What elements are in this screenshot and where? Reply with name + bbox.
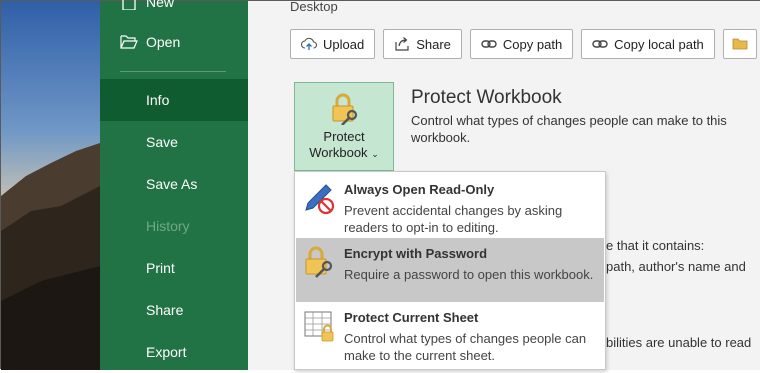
nav-print-label: Print (146, 260, 175, 276)
upload-button[interactable]: Upload (290, 29, 376, 59)
copy-local-path-label: Copy local path (614, 36, 704, 52)
file-location-toolbar: Upload Share Copy path Copy local path (290, 29, 757, 59)
nav-info[interactable]: Info (100, 79, 248, 121)
menu-item-title: Always Open Read-Only (344, 182, 495, 197)
upload-icon (301, 37, 317, 50)
nav-save-as-label: Save As (146, 176, 198, 192)
protect-button-line2: Workbook ⌄ (295, 145, 393, 162)
breadcrumb: Desktop (290, 0, 338, 14)
nav-save-label: Save (146, 134, 178, 150)
chevron-down-icon: ⌄ (371, 149, 379, 159)
inspect-text-line2: path, author's name and (606, 259, 746, 274)
lock-key-icon (305, 246, 333, 278)
link-icon (592, 40, 608, 48)
menu-item-description: Prevent accidental changes by asking rea… (344, 203, 563, 235)
protect-workbook-description: Control what types of changes people can… (411, 113, 727, 145)
menu-item-description: Require a password to open this workbook… (344, 267, 594, 282)
nav-save-as[interactable]: Save As (100, 163, 248, 205)
nav-history: History (100, 205, 248, 247)
menu-item-title: Encrypt with Password (344, 246, 488, 261)
nav-divider (120, 71, 226, 72)
share-button[interactable]: Share (383, 29, 462, 59)
nav-export-label: Export (146, 344, 187, 360)
menu-item-encrypt-with-password[interactable]: Encrypt with Password Require a password… (296, 238, 604, 302)
pencil-no-icon (305, 184, 335, 215)
nav-history-label: History (146, 218, 190, 234)
protect-workbook-title: Protect Workbook (411, 87, 562, 108)
inspect-text-line1: e that it contains: (606, 238, 705, 253)
menu-item-description: Control what types of changes people can… (344, 331, 587, 363)
copy-local-path-button[interactable]: Copy local path (581, 29, 715, 59)
protect-workbook-menu: Always Open Read-Only Prevent accidental… (294, 171, 606, 370)
share-icon (395, 37, 409, 51)
share-label: Share (416, 36, 451, 52)
menu-item-always-open-read-only[interactable]: Always Open Read-Only Prevent accidental… (296, 174, 604, 238)
copy-path-button[interactable]: Copy path (469, 29, 574, 59)
accessibility-text: bilities are unable to read (606, 335, 752, 350)
menu-item-protect-current-sheet[interactable]: Protect Current Sheet Control what types… (296, 302, 604, 366)
sheet-lock-icon (304, 311, 334, 342)
nav-export[interactable]: Export (100, 331, 248, 373)
lock-key-icon (332, 93, 358, 125)
landscape-image (1, 1, 100, 370)
folder-open-icon (120, 35, 138, 49)
nav-save[interactable]: Save (100, 121, 248, 163)
nav-new[interactable]: New (100, 0, 248, 23)
copy-path-label: Copy path (502, 36, 563, 52)
protect-button-line2-text: Workbook (309, 145, 368, 160)
open-folder-button[interactable] (722, 29, 757, 59)
upload-label: Upload (323, 36, 365, 52)
protect-workbook-button[interactable]: Protect Workbook ⌄ (294, 82, 394, 171)
new-document-icon (122, 0, 136, 10)
backstage-sidebar: New Open Info Save Save As History Print… (100, 0, 248, 373)
menu-item-title: Protect Current Sheet (344, 310, 479, 325)
protect-button-line1: Protect (323, 129, 365, 144)
folder-icon (732, 38, 748, 50)
desktop-background (1, 1, 100, 370)
nav-open-label: Open (146, 34, 181, 50)
nav-share-label: Share (146, 302, 184, 318)
nav-new-label: New (146, 0, 175, 10)
link-icon (481, 40, 497, 48)
nav-info-label: Info (146, 92, 170, 108)
nav-share[interactable]: Share (100, 289, 248, 331)
nav-print[interactable]: Print (100, 247, 248, 289)
nav-open[interactable]: Open (100, 21, 248, 63)
